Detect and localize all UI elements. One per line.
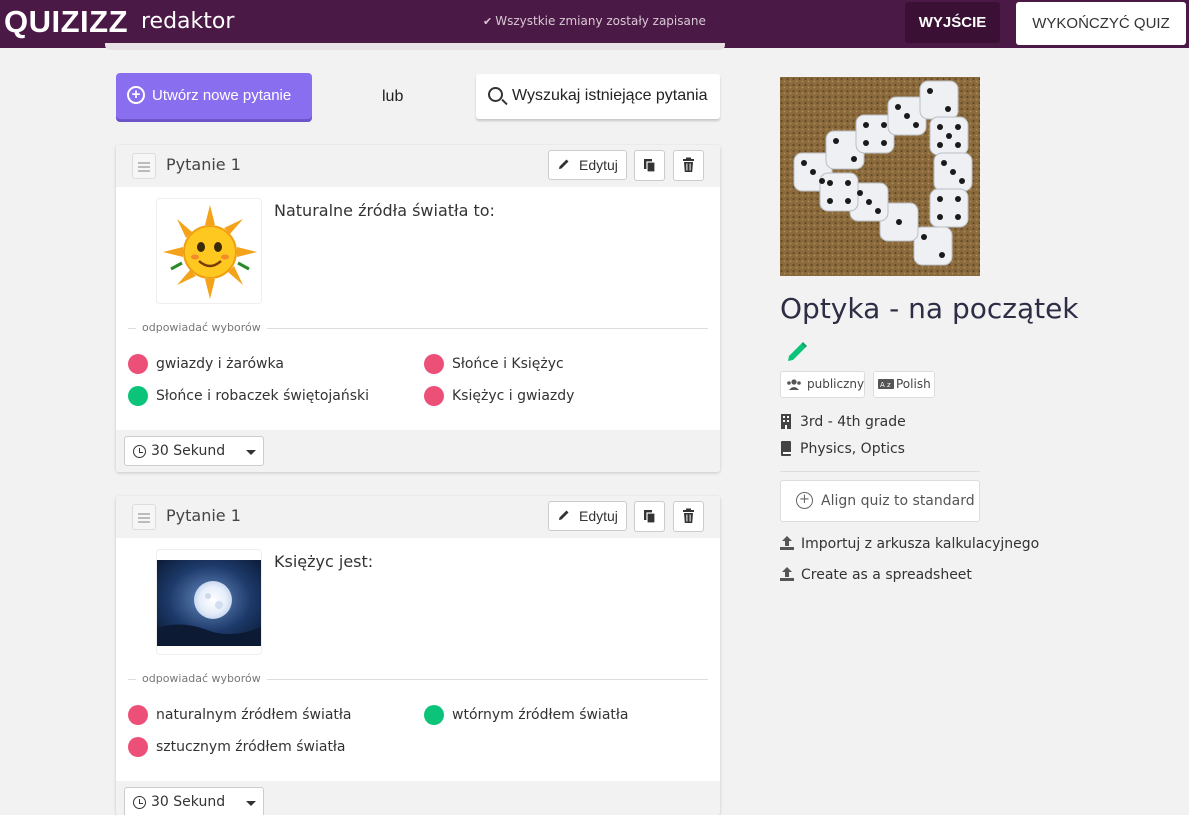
quizizz-logo[interactable]: QUIZIZZ [4,4,128,40]
incorrect-indicator [424,386,444,406]
answer-text: sztucznym źródłem światła [156,739,346,755]
answer-choices-label: odpowiadać wyborów [136,321,267,335]
time-limit-select[interactable]: 30 Sekund [124,787,264,815]
answer-text: Słońce i robaczek świętojański [156,388,370,404]
edit-question-button[interactable]: Edytuj [548,501,627,531]
clock-icon [133,445,146,458]
incorrect-indicator [128,354,148,374]
question-card-footer: 30 Sekund [116,430,720,472]
duplicate-question-button[interactable] [634,501,665,532]
answer-text: Księżyc i gwiazdy [452,388,575,404]
edit-question-button[interactable]: Edytuj [548,150,627,180]
caret-down-icon [246,450,256,455]
answer-choices-divider: odpowiadać wyborów [128,321,708,335]
search-questions-button[interactable]: Wyszukaj istniejące pytania [476,74,720,119]
answer-text: Słońce i Księżyc [452,356,564,372]
correct-indicator [424,705,444,725]
question-image [156,549,262,655]
plus-circle-icon: + [127,86,145,104]
incorrect-indicator [424,354,444,374]
copy-icon [644,510,656,524]
drag-handle-icon[interactable] [132,153,156,179]
sun-icon [163,205,257,299]
incorrect-indicator [128,737,148,757]
question-text: Naturalne źródła światła to: [274,201,495,220]
question-card: Pytanie 1 Edytuj Naturalne źródła światł… [116,145,720,472]
align-standard-button[interactable]: + Align quiz to standard [780,480,980,522]
caret-down-icon [246,801,256,806]
copy-icon [644,159,656,173]
question-card-header: Pytanie 1 Edytuj [116,496,720,538]
answer-choices-divider: odpowiadać wyborów [128,672,708,686]
building-icon [781,414,791,429]
pencil-icon [559,159,569,169]
pencil-icon [559,510,569,520]
top-bar: QUIZIZZ redaktor ✔ Wszystkie zmiany zosta… [0,0,1189,48]
question-title: Pytanie 1 [166,155,241,174]
moon-icon [157,560,261,646]
editor-label: redaktor [141,9,235,34]
quiz-title: Optyka - na początek [780,292,1079,325]
exit-button[interactable]: WYJŚCIE [905,2,1000,43]
trash-icon [683,157,694,172]
save-status-text: Wszystkie zmiany zostały zapisane [495,14,706,28]
correct-indicator [128,386,148,406]
question-card-footer: 30 Sekund [116,781,720,815]
align-standard-label: Align quiz to standard [821,493,975,509]
or-label: lub [382,88,404,105]
svg-text:A: A [880,381,885,389]
create-question-button[interactable]: + Utwórz nowe pytanie [116,73,312,119]
answer-text: naturalnym źródłem światła [156,707,352,723]
time-limit-value: 30 Sekund [151,443,226,459]
clock-icon [133,796,146,809]
upload-icon [780,567,794,581]
plus-circle-icon: + [796,492,813,509]
users-icon [787,379,801,390]
edit-question-label: Edytuj [579,508,618,524]
visibility-tag[interactable]: publiczny [780,371,865,398]
divider [780,471,980,472]
quiz-cover-image[interactable] [780,77,980,276]
grade-label: 3rd - 4th grade [800,414,906,430]
toolbar-tab-edge [105,43,725,50]
question-text: Księżyc jest: [274,552,374,571]
question-image [156,198,262,304]
delete-question-button[interactable] [673,501,704,532]
checkmark-icon: ✔ [483,15,493,28]
edit-title-pencil-icon[interactable] [786,341,808,363]
question-title: Pytanie 1 [166,506,241,525]
language-label: Polish [896,377,931,391]
delete-question-button[interactable] [673,150,704,181]
language-tag[interactable]: Az Polish [873,371,935,398]
visibility-label: publiczny [807,377,865,391]
import-spreadsheet-label: Importuj z arkusza kalkulacyjnego [801,536,1040,552]
upload-icon [780,536,794,550]
time-limit-value: 30 Sekund [151,794,226,810]
language-icon: Az [878,379,894,389]
question-card: Pytanie 1 Edytuj Księżyc jest: odpowiada… [116,496,720,815]
trash-icon [683,508,694,523]
finish-quiz-button[interactable]: WYKOŃCZYĆ QUIZ [1016,2,1186,45]
edit-question-label: Edytuj [579,157,618,173]
question-card-header: Pytanie 1 Edytuj [116,145,720,187]
answer-choices-label: odpowiadać wyborów [136,672,267,686]
dice-icon [780,77,980,276]
answer-text: wtórnym źródłem światła [452,707,629,723]
save-status: ✔ Wszystkie zmiany zostały zapisane [483,14,706,29]
incorrect-indicator [128,705,148,725]
svg-text:z: z [887,381,891,389]
book-icon [781,441,791,456]
search-icon [488,87,503,102]
search-questions-label: Wyszukaj istniejące pytania [512,87,708,104]
answer-text: gwiazdy i żarówka [156,356,284,372]
duplicate-question-button[interactable] [634,150,665,181]
time-limit-select[interactable]: 30 Sekund [124,436,264,466]
create-question-label: Utwórz nowe pytanie [152,87,292,104]
subject-label: Physics, Optics [800,441,905,457]
drag-handle-icon[interactable] [132,504,156,530]
create-spreadsheet-label: Create as a spreadsheet [801,567,972,583]
